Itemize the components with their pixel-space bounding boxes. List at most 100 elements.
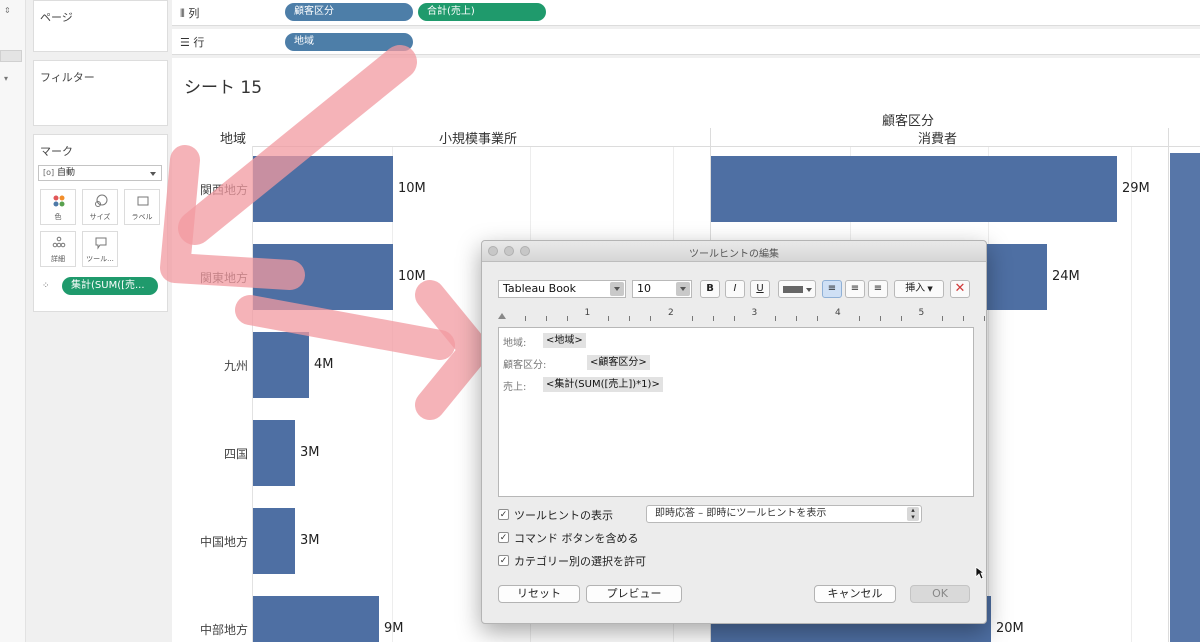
columns-shelf-label: ⦀ 列 — [180, 7, 200, 20]
cutoff-field[interactable] — [0, 50, 22, 62]
ruler-tick — [733, 316, 735, 321]
detail-button-label: 詳細 — [51, 255, 65, 263]
editor-line-label-sales: 売上: — [503, 382, 527, 393]
row-pill-region[interactable]: 地域 — [285, 33, 413, 51]
marks-title: マーク — [40, 145, 73, 158]
bar[interactable] — [253, 596, 379, 642]
dropdown-icon[interactable]: ▾ — [4, 74, 8, 83]
mark-type-select[interactable]: [o] 自動 — [38, 165, 162, 181]
ok-button[interactable]: OK — [910, 585, 970, 603]
checkmark-icon: ✓ — [499, 533, 508, 543]
allow-category-selection-checkbox[interactable]: ✓ — [498, 555, 509, 566]
include-command-buttons-label: コマンド ボタンを含める — [514, 532, 639, 545]
bar[interactable] — [253, 332, 309, 398]
mark-type-icon: [o] — [43, 168, 55, 177]
tooltip-editor[interactable]: 地域: <地域> 顧客区分: <顧客区分> 売上: <集計(SUM([売上])*… — [498, 327, 974, 497]
tooltip-button[interactable]: ツール... — [82, 231, 118, 267]
chevron-down-icon — [680, 287, 686, 291]
font-family-value: Tableau Book — [503, 282, 577, 295]
bold-button[interactable]: B — [700, 280, 720, 298]
ruler-tick — [712, 316, 714, 321]
updown-arrows-icon: ▴ ▾ — [907, 507, 919, 521]
pages-title: ページ — [40, 11, 73, 24]
include-command-buttons-checkbox[interactable]: ✓ — [498, 532, 509, 543]
tooltip-edit-dialog: ツールヒントの編集 Tableau Book 10 B I U ≡ ≡ ≡ 挿入… — [481, 240, 987, 624]
size-button-label: サイズ — [89, 213, 111, 221]
show-tooltip-label: ツールヒントの表示 — [514, 509, 613, 522]
font-color-button[interactable] — [778, 280, 816, 298]
preview-button[interactable]: プレビュー — [586, 585, 682, 603]
filters-panel[interactable]: フィルター — [33, 60, 168, 126]
font-family-select[interactable]: Tableau Book — [498, 280, 626, 298]
ruler-tick — [775, 316, 777, 321]
bar[interactable] — [711, 156, 1117, 222]
editor-field-segment[interactable]: <顧客区分> — [587, 355, 650, 370]
color-icon — [53, 195, 65, 207]
editor-field-region[interactable]: <地域> — [543, 333, 586, 348]
color-swatch — [783, 286, 803, 293]
bar-label: 3M — [300, 533, 320, 548]
clear-button[interactable]: ✕ — [950, 280, 970, 298]
cancel-button[interactable]: キャンセル — [814, 585, 896, 603]
ruler-tick — [858, 316, 860, 321]
detail-button[interactable]: 詳細 — [40, 231, 76, 267]
ruler-tick — [524, 316, 526, 321]
label-button[interactable]: ラベル — [124, 189, 160, 225]
font-size-value: 10 — [637, 282, 651, 295]
font-size-select[interactable]: 10 — [632, 280, 692, 298]
checkmark-icon: ✓ — [499, 510, 508, 520]
ruler-tick — [817, 316, 819, 321]
align-right-icon: ≡ — [873, 283, 883, 294]
measure-pill[interactable]: 集計(SUM([売... — [62, 277, 158, 295]
tooltip-mode-select[interactable]: 即時応答 – 即時にツールヒントを表示 ▴ ▾ — [646, 505, 922, 523]
align-left-button[interactable]: ≡ — [822, 280, 842, 298]
ruler-tick — [650, 316, 652, 321]
dialog-titlebar[interactable]: ツールヒントの編集 — [482, 241, 986, 262]
bar-label: 10M — [398, 181, 426, 196]
editor-line-label-region: 地域: — [503, 338, 527, 349]
insert-button[interactable]: 挿入 ▼ — [894, 280, 944, 298]
tooltip-mode-value: 即時応答 – 即時にツールヒントを表示 — [655, 508, 827, 519]
row-label: 関西地方 — [199, 183, 248, 197]
chevron-down-icon: ▼ — [925, 285, 933, 293]
align-center-button[interactable]: ≡ — [845, 280, 865, 298]
bar[interactable] — [253, 156, 393, 222]
indent-marker-icon[interactable] — [498, 313, 506, 319]
ruler-tick — [963, 316, 965, 321]
italic-button[interactable]: I — [725, 280, 745, 298]
align-left-icon: ≡ — [827, 283, 837, 294]
columns-icon: ⦀ — [180, 7, 185, 20]
bar-label: 24M — [1052, 269, 1080, 284]
bar[interactable] — [253, 420, 295, 486]
dialog-title: ツールヒントの編集 — [689, 249, 779, 260]
detail-dots-icon: ⁘ — [42, 281, 50, 291]
column-pill-sales[interactable]: 合計(売上) — [418, 3, 546, 21]
font-family-dropdown — [610, 282, 624, 296]
bar[interactable] — [253, 244, 393, 310]
bar-label: 29M — [1122, 181, 1150, 196]
row-label: 中部地方 — [199, 623, 248, 637]
bar-label: 4M — [314, 357, 334, 372]
reset-button[interactable]: リセット — [498, 585, 580, 603]
bar-label: 20M — [996, 621, 1024, 636]
ruler-tick — [629, 316, 631, 321]
ruler-tick — [879, 316, 881, 321]
bar-label: 10M — [398, 269, 426, 284]
show-tooltip-checkbox[interactable]: ✓ — [498, 509, 509, 520]
underline-button[interactable]: U — [750, 280, 770, 298]
label-icon — [137, 196, 149, 206]
scroll-arrow-icon[interactable]: ⇕ — [4, 6, 11, 15]
left-cutoff-panel: ⇕ ▾ — [0, 0, 26, 642]
bar[interactable] — [253, 508, 295, 574]
align-right-button[interactable]: ≡ — [868, 280, 888, 298]
editor-field-sales[interactable]: <集計(SUM([売上])*1)> — [543, 377, 663, 392]
size-button[interactable]: サイズ — [82, 189, 118, 225]
bar-label: 9M — [384, 621, 404, 636]
rows-shelf: ☰ 行 地域 — [172, 29, 1200, 55]
ruler-number: 2 — [668, 308, 674, 318]
columns-shelf: ⦀ 列 顧客区分 合計(売上) — [172, 0, 1200, 26]
bar-label: 3M — [300, 445, 320, 460]
color-button[interactable]: 色 — [40, 189, 76, 225]
clear-icon: ✕ — [954, 281, 966, 296]
column-pill-segment[interactable]: 顧客区分 — [285, 3, 413, 21]
